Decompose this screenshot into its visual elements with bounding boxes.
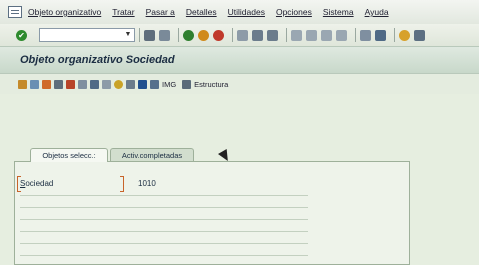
- sap-menu-icon[interactable]: [8, 6, 22, 18]
- menu-tratar[interactable]: Tratar: [112, 7, 134, 17]
- img-button[interactable]: IMG: [162, 80, 176, 89]
- menu-sistema[interactable]: Sistema: [323, 7, 354, 17]
- structure-icon[interactable]: [182, 79, 192, 89]
- menu-ayuda[interactable]: Ayuda: [365, 7, 389, 17]
- back-arrow-icon[interactable]: [183, 29, 194, 41]
- command-input[interactable]: [40, 29, 122, 41]
- transport-icon[interactable]: [66, 79, 75, 89]
- application-toolbar: IMG Estructura: [0, 74, 479, 94]
- row-divider: [20, 243, 308, 244]
- estructura-button[interactable]: Estructura: [194, 80, 228, 89]
- copy-icon[interactable]: [78, 79, 87, 89]
- field-focus-bracket: [120, 176, 124, 192]
- row-divider: [20, 231, 308, 232]
- back-icon[interactable]: [144, 29, 155, 41]
- link-icon[interactable]: [102, 79, 111, 89]
- display-icon[interactable]: [30, 79, 39, 89]
- row-divider: [20, 219, 308, 220]
- menu-objeto-organizativo[interactable]: Objeto organizativo: [28, 7, 101, 17]
- title-bar: Objeto organizativo Sociedad: [0, 46, 479, 74]
- toolbar-separator: [394, 28, 395, 42]
- last-page-icon[interactable]: [336, 29, 347, 41]
- create-icon[interactable]: [42, 79, 51, 89]
- settings-icon[interactable]: [114, 79, 123, 89]
- toolbar-separator: [232, 28, 233, 42]
- change-icon[interactable]: [18, 79, 27, 89]
- shortcut-icon[interactable]: [375, 29, 386, 41]
- help-icon[interactable]: [399, 29, 410, 41]
- info-icon[interactable]: [138, 79, 147, 89]
- tab-objetos-selecc[interactable]: Objetos selecc.:: [30, 148, 108, 162]
- exit-icon[interactable]: [198, 29, 209, 41]
- filter-icon[interactable]: [150, 79, 159, 89]
- cancel-icon[interactable]: [213, 29, 224, 41]
- hierarchy-icon[interactable]: [126, 79, 135, 89]
- sociedad-row: Sociedad 1010: [17, 176, 310, 192]
- delete-icon[interactable]: [54, 79, 63, 89]
- find-icon[interactable]: [252, 29, 263, 41]
- row-divider: [20, 207, 308, 208]
- menu-pasar-a[interactable]: Pasar a: [146, 7, 175, 17]
- sociedad-label[interactable]: Sociedad: [20, 179, 53, 188]
- print-icon[interactable]: [237, 29, 248, 41]
- next-page-icon[interactable]: [321, 29, 332, 41]
- previous-page-icon[interactable]: [306, 29, 317, 41]
- save-icon[interactable]: [159, 29, 170, 41]
- new-session-icon[interactable]: [360, 29, 371, 41]
- toolbar-separator: [286, 28, 287, 42]
- find-next-icon[interactable]: [267, 29, 278, 41]
- toolbar-separator: [139, 28, 140, 42]
- first-page-icon[interactable]: [291, 29, 302, 41]
- menu-bar: Objeto organizativo Tratar Pasar a Detal…: [0, 0, 479, 24]
- command-field[interactable]: ▼: [39, 28, 135, 42]
- toolbar-separator: [355, 28, 356, 42]
- toolbar-separator: [178, 28, 179, 42]
- row-divider: [20, 255, 308, 256]
- menu-utilidades[interactable]: Utilidades: [228, 7, 265, 17]
- enter-icon[interactable]: ✔: [16, 29, 27, 41]
- print-icon[interactable]: [90, 79, 99, 89]
- command-dropdown-icon[interactable]: ▼: [123, 30, 133, 40]
- layout-menu-icon[interactable]: [414, 29, 425, 41]
- row-divider: [20, 195, 308, 196]
- sociedad-value: 1010: [138, 179, 156, 188]
- menu-opciones[interactable]: Opciones: [276, 7, 312, 17]
- tab-activ-completadas[interactable]: Activ.completadas: [110, 148, 194, 162]
- page-title: Objeto organizativo Sociedad: [20, 54, 175, 66]
- standard-toolbar: ✔ ▼: [0, 24, 479, 46]
- menu-detalles[interactable]: Detalles: [186, 7, 217, 17]
